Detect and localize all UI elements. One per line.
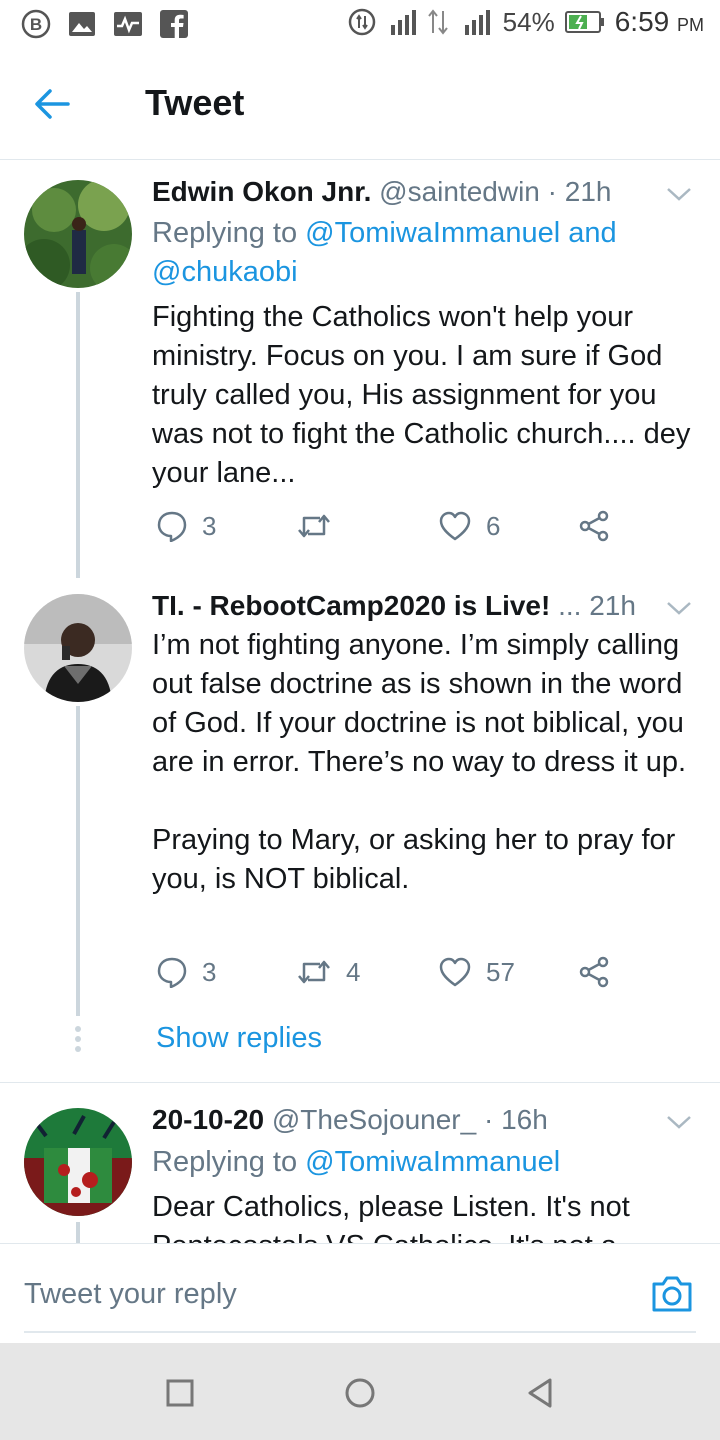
retweet-button[interactable]: 4: [296, 956, 360, 988]
home-button[interactable]: [342, 1375, 378, 1411]
username[interactable]: @TheSojouner_: [272, 1104, 476, 1135]
avatar[interactable]: [24, 1108, 132, 1216]
avatar[interactable]: [24, 180, 132, 288]
chevron-down-icon: [667, 1116, 691, 1129]
replying-to: Replying to @TomiwaImmanuel and @chukaob…: [152, 214, 672, 292]
square-icon: [166, 1379, 194, 1407]
timestamp: · 16h: [483, 1104, 548, 1135]
like-button[interactable]: 6: [438, 510, 500, 542]
retweet-icon: [298, 514, 330, 538]
facebook-icon: [158, 8, 190, 40]
replying-and: and: [560, 217, 617, 249]
signal-icon-2: [464, 10, 490, 35]
display-name[interactable]: 20-10-20: [152, 1104, 264, 1135]
data-transfer-icon: [427, 9, 448, 35]
comment-icon: [157, 511, 187, 542]
like-count: 6: [486, 510, 501, 541]
back-button[interactable]: [32, 84, 80, 124]
comment-icon: [157, 957, 187, 988]
clock-ampm: PM: [677, 15, 704, 35]
tweet-menu-button[interactable]: [664, 598, 694, 618]
avatar[interactable]: [24, 594, 132, 702]
replying-to: Replying to @TomiwaImmanuel: [152, 1143, 672, 1182]
signal-icon: [390, 10, 416, 35]
reply-input[interactable]: Tweet your reply: [24, 1278, 237, 1311]
header: Tweet: [0, 48, 720, 160]
tweet-menu-button[interactable]: [664, 1112, 694, 1132]
like-count: 57: [486, 956, 515, 987]
reply-composer: Tweet your reply: [0, 1243, 720, 1343]
clock-time: 6:59: [614, 6, 670, 37]
display-name[interactable]: TI. - RebootCamp2020 is Live!: [152, 590, 550, 621]
mention-link[interactable]: @TomiwaImmanuel: [305, 1146, 560, 1178]
camera-icon: [652, 1276, 692, 1312]
status-bar: B 54% 6:59 PM: [0, 0, 720, 48]
notification-icons: B: [20, 8, 190, 40]
tweet-text: Dear Catholics, please Listen. It's not …: [152, 1191, 630, 1243]
data-saver-icon: [348, 8, 375, 36]
divider: [0, 1082, 720, 1083]
reply-button[interactable]: 3: [156, 510, 216, 542]
reply-button[interactable]: 3: [156, 956, 216, 988]
battery-icon: [564, 11, 604, 33]
share-icon: [579, 956, 609, 988]
username[interactable]: @saintedwin: [379, 176, 540, 207]
share-button[interactable]: [578, 956, 610, 988]
activity-icon: [112, 8, 144, 40]
circle-icon: [345, 1378, 375, 1408]
retweet-button[interactable]: [296, 510, 346, 542]
tweet-menu-button[interactable]: [664, 184, 694, 204]
tweet-header: 20-10-20 @TheSojouner_ · 16h: [152, 1104, 548, 1136]
system-indicators: 54% 6:59 PM: [347, 6, 704, 38]
chevron-down-icon: [667, 602, 691, 615]
heart-icon: [439, 957, 471, 987]
triangle-back-icon: [528, 1378, 552, 1408]
tweet-actions: 3 4 57: [152, 956, 652, 996]
chevron-down-icon: [667, 188, 691, 201]
battery-percent: 54%: [502, 6, 555, 37]
timestamp: · 21h: [547, 176, 612, 207]
mention-link[interactable]: @TomiwaImmanuel: [305, 217, 560, 249]
retweet-icon: [298, 960, 330, 984]
thread-dots: [75, 1026, 81, 1056]
arrow-left-icon: [35, 89, 70, 119]
tweet-text: I’m not fighting anyone. I’m simply call…: [152, 629, 687, 895]
mention-link[interactable]: @chukaobi: [152, 256, 298, 288]
reply-input-underline: [24, 1331, 696, 1333]
b-app-icon: B: [20, 8, 52, 40]
timestamp: 21h: [589, 590, 636, 621]
tweet-text: Fighting the Catholics won't help your m…: [152, 301, 691, 489]
page-title: Tweet: [145, 82, 245, 123]
back-nav-button[interactable]: [522, 1375, 558, 1411]
reply-count: 3: [202, 956, 217, 987]
show-replies-link[interactable]: Show replies: [156, 1022, 322, 1055]
recents-button[interactable]: [162, 1375, 198, 1411]
tweet-header: TI. - RebootCamp2020 is Live! ... 21h: [152, 590, 636, 622]
username-truncated[interactable]: ...: [558, 590, 581, 621]
thread-connector: [76, 706, 80, 1016]
replying-prefix: Replying to: [152, 1146, 306, 1178]
thread-connector: [76, 1222, 80, 1243]
heart-icon: [439, 511, 471, 541]
svg-text:B: B: [30, 15, 42, 34]
thread-connector: [76, 292, 80, 578]
like-button[interactable]: 57: [438, 956, 515, 988]
share-icon: [579, 510, 609, 542]
clock: 6:59 PM: [615, 6, 704, 38]
tweet-actions: 3 6: [152, 510, 652, 550]
reply-count: 3: [202, 510, 217, 541]
replies-timeline[interactable]: Edwin Okon Jnr. @saintedwin · 21h Replyi…: [0, 160, 720, 1243]
system-navigation-bar: [0, 1343, 720, 1440]
camera-button[interactable]: [650, 1274, 694, 1314]
retweet-count: 4: [346, 956, 361, 987]
tweet-header: Edwin Okon Jnr. @saintedwin · 21h: [152, 176, 612, 208]
display-name[interactable]: Edwin Okon Jnr.: [152, 176, 371, 207]
share-button[interactable]: [578, 510, 610, 542]
replying-prefix: Replying to: [152, 217, 306, 249]
image-icon: [66, 8, 98, 40]
